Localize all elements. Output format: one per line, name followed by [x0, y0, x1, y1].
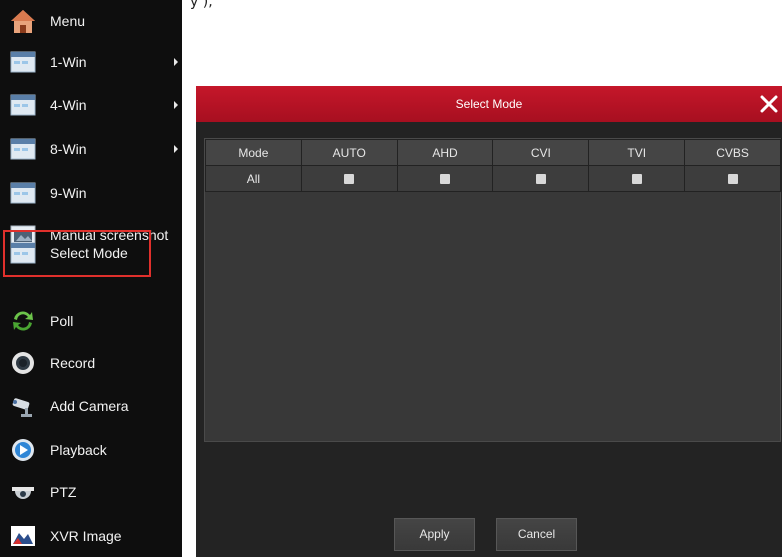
sidebar-item-add-camera[interactable]: Add Camera	[0, 386, 182, 426]
table-header-row: Mode AUTO AHD CVI TVI CVBS	[205, 139, 781, 166]
column-header: CVI	[492, 139, 590, 166]
column-header: AUTO	[300, 139, 398, 166]
table-cell	[396, 165, 494, 192]
sidebar-item-playback[interactable]: Playback	[0, 430, 182, 470]
record-icon	[12, 352, 34, 374]
sidebar-item-label: Poll	[50, 313, 74, 329]
image-icon	[11, 526, 35, 546]
sidebar-item-label: Playback	[50, 442, 107, 458]
sidebar-item-label: 1-Win	[50, 54, 87, 70]
dialog-title: Select Mode	[455, 97, 523, 111]
sidebar-item-label: Add Camera	[50, 398, 129, 414]
cvbs-checkbox[interactable]	[727, 174, 738, 185]
home-icon	[11, 10, 35, 33]
table-cell	[588, 165, 686, 192]
window-icon	[10, 138, 36, 160]
column-header: TVI	[588, 139, 686, 166]
dome-camera-icon	[12, 487, 34, 499]
submenu-arrow-icon	[174, 101, 178, 109]
sidebar-item-ptz[interactable]: PTZ	[0, 472, 182, 512]
mode-table-panel: Mode AUTO AHD CVI TVI CVBS All	[204, 138, 781, 442]
table-cell	[300, 165, 398, 192]
table-cell	[492, 165, 590, 192]
sidebar-item-4-win[interactable]: 4-Win	[0, 85, 182, 125]
sidebar-item-label: XVR Image	[50, 528, 122, 544]
sidebar-item-9-win[interactable]: 9-Win	[0, 173, 182, 213]
tvi-checkbox[interactable]	[631, 174, 642, 185]
window-icon	[10, 94, 36, 116]
sidebar-item-label: Record	[50, 355, 96, 371]
submenu-arrow-icon	[174, 58, 178, 66]
column-header: Mode	[205, 139, 302, 166]
sidebar-item-xvr-image[interactable]: XVR Image	[0, 516, 182, 556]
auto-checkbox[interactable]	[344, 174, 355, 185]
playback-icon	[12, 439, 34, 461]
table-cell	[684, 165, 781, 192]
sidebar-item-label: 4-Win	[50, 97, 87, 113]
submenu-arrow-icon	[174, 145, 178, 153]
close-icon[interactable]	[758, 93, 780, 115]
selected-item-highlight	[3, 230, 151, 277]
sidebar-item-poll[interactable]: Poll	[0, 301, 182, 341]
cancel-button[interactable]: Cancel	[496, 518, 577, 551]
sidebar-menu: Menu 1-Win 4-Win 8-Win 9-Win Manual scre…	[0, 0, 182, 557]
sidebar-item-label: PTZ	[50, 484, 77, 500]
select-mode-dialog: Select Mode Mode AUTO AHD CVI TVI CVBS A…	[196, 86, 782, 557]
sidebar-item-1-win[interactable]: 1-Win	[0, 42, 182, 82]
cvi-checkbox[interactable]	[535, 174, 546, 185]
sidebar-item-label: Menu	[50, 13, 86, 29]
window-icon	[10, 182, 36, 204]
table-row: All	[205, 165, 781, 192]
column-header: CVBS	[684, 139, 781, 166]
apply-button[interactable]: Apply	[394, 518, 475, 551]
mode-table: Mode AUTO AHD CVI TVI CVBS All	[205, 139, 781, 192]
column-header: AHD	[396, 139, 494, 166]
window-icon	[10, 51, 36, 73]
dialog-header: Select Mode	[196, 86, 782, 122]
row-label: All	[205, 165, 302, 192]
camera-icon	[12, 398, 32, 417]
sidebar-item-label: 9-Win	[50, 185, 87, 201]
sidebar-item-record[interactable]: Record	[0, 343, 182, 383]
sidebar-item-menu[interactable]: Menu	[0, 1, 182, 41]
ahd-checkbox[interactable]	[440, 174, 451, 185]
caption-text: y ),	[190, 0, 213, 10]
sidebar-item-8-win[interactable]: 8-Win	[0, 129, 182, 169]
sidebar-item-label: 8-Win	[50, 141, 87, 157]
refresh-icon	[13, 311, 33, 331]
